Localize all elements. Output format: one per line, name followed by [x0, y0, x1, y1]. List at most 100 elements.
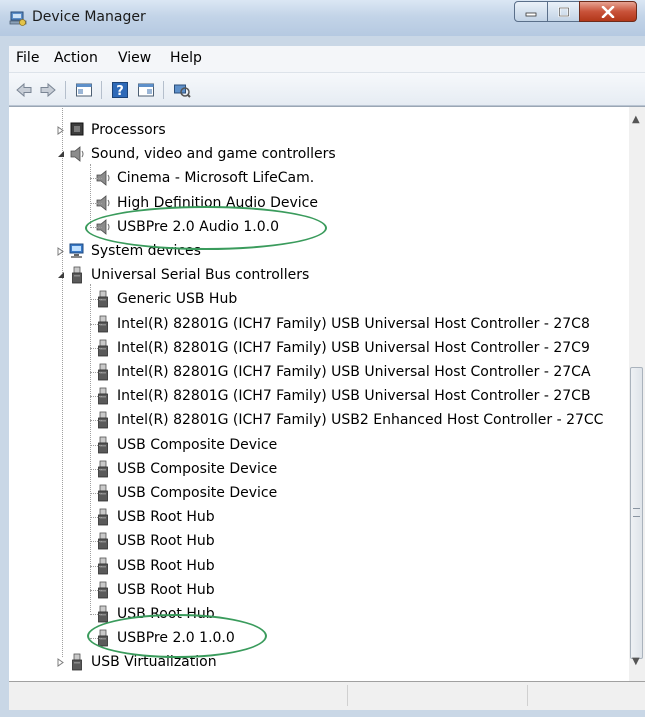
tree-branch-line: [90, 396, 102, 398]
tree-branch-line: [90, 468, 102, 470]
forward-arrow-icon[interactable]: [39, 81, 57, 99]
tree-branch-line: [90, 589, 102, 591]
tree-device[interactable]: Intel(R) 82801G (ICH7 Family) USB Univer…: [82, 312, 590, 336]
expanded-arrow-icon[interactable]: [57, 271, 65, 279]
tree-node-label: USB Composite Device: [117, 485, 278, 501]
device-tree[interactable]: Processors Sound, video and game controll…: [9, 106, 645, 681]
status-pane: [347, 685, 528, 706]
menu-bar: File Action View Help: [9, 46, 645, 73]
tree-expander[interactable]: [56, 271, 65, 280]
close-icon: [601, 5, 615, 18]
tree-branch-line: [90, 541, 102, 543]
tree-branch-line: [90, 178, 102, 180]
tree-device[interactable]: USB Root Hub: [82, 602, 215, 626]
status-bar: [9, 681, 645, 710]
properties-icon[interactable]: [137, 81, 155, 99]
tree-node-label: USB Composite Device: [117, 436, 278, 453]
minimize-button[interactable]: [514, 1, 548, 22]
tree-category[interactable]: USB Virtualization: [56, 650, 217, 674]
tree-category[interactable]: Sound, video and game controllers: [56, 142, 336, 166]
tree-device[interactable]: USB Root Hub: [82, 578, 215, 602]
tree-branch-line: [90, 299, 102, 301]
scroll-grip-icon: [633, 508, 640, 517]
tree-node-label: Universal Serial Bus controllers: [91, 267, 310, 284]
help-icon[interactable]: ?: [111, 81, 129, 99]
tree-branch-line: [90, 347, 102, 349]
collapsed-arrow-icon[interactable]: [57, 246, 64, 256]
menu-action[interactable]: Action: [54, 50, 98, 66]
tree-branch-line: [90, 614, 102, 615]
scroll-thumb[interactable]: [630, 367, 643, 659]
device-manager-icon: [9, 11, 27, 26]
scroll-up-arrow-icon[interactable]: ▲: [632, 114, 640, 125]
toolbar: ?: [9, 73, 645, 106]
tree-device[interactable]: Cinema - Microsoft LifeCam.: [82, 166, 314, 190]
title-bar[interactable]: Device Manager: [0, 0, 645, 36]
collapsed-arrow-icon[interactable]: [57, 125, 64, 135]
menu-help[interactable]: Help: [170, 50, 202, 66]
tree-branch-line: [90, 517, 102, 519]
tree-device[interactable]: USB Root Hub: [82, 554, 215, 578]
tree-device[interactable]: High Definition Audio Device: [82, 191, 318, 215]
tree-device[interactable]: Intel(R) 82801G (ICH7 Family) USB Univer…: [82, 336, 590, 360]
tree-branch-line: [90, 565, 102, 567]
tree-branch-line: [90, 226, 102, 228]
tree-device[interactable]: USB Composite Device: [82, 457, 277, 481]
tree-expander[interactable]: [56, 150, 65, 159]
tree-node-label: USB Root Hub: [117, 557, 215, 574]
tree-node-label: Generic USB Hub: [117, 291, 238, 308]
tree-device[interactable]: USBPre 2.0 Audio 1.0.0: [82, 215, 279, 239]
maximize-button[interactable]: [547, 1, 580, 22]
tree-category[interactable]: Processors: [56, 118, 166, 142]
tree-device[interactable]: Intel(R) 82801G (ICH7 Family) USB Univer…: [82, 384, 591, 408]
tree-device[interactable]: Intel(R) 82801G (ICH7 Family) USB Univer…: [82, 360, 591, 384]
tree-node-label: Cinema - Microsoft LifeCam.: [117, 170, 315, 187]
tree-node-label: Intel(R) 82801G (ICH7 Family) USB Univer…: [117, 364, 591, 380]
tree-node-label: Intel(R) 82801G (ICH7 Family) USB Univer…: [117, 315, 590, 332]
vertical-scrollbar[interactable]: ▲ ▼: [629, 107, 645, 681]
tree-device[interactable]: USB Root Hub: [82, 505, 215, 529]
svg-text:?: ?: [116, 84, 124, 99]
tree-branch-line: [90, 444, 102, 446]
tree-device[interactable]: USB Composite Device: [82, 481, 277, 505]
tree-category[interactable]: System devices: [56, 239, 201, 263]
tree-expander[interactable]: [56, 125, 65, 135]
tree-node-label: USB Composite Device: [117, 460, 278, 477]
tree-node-label: Intel(R) 82801G (ICH7 Family) USB Univer…: [117, 339, 590, 356]
back-arrow-icon[interactable]: [15, 81, 33, 99]
tree-node-label: High Definition Audio Device: [117, 194, 318, 211]
close-button[interactable]: [579, 1, 637, 22]
toolbar-separator: [163, 81, 164, 99]
menu-file[interactable]: File: [16, 50, 39, 66]
tree-node-label: Processors: [91, 122, 166, 138]
tree-category[interactable]: Universal Serial Bus controllers: [56, 263, 309, 287]
tree-branch-line: [90, 372, 102, 373]
device-manager-window: Device Manager File Action View Help ? P…: [0, 0, 645, 717]
tree-branch-line: [90, 420, 102, 422]
tree-branch-line: [90, 493, 102, 494]
minimize-icon: [525, 12, 537, 16]
tree-node-label: USB Root Hub: [117, 509, 215, 526]
expanded-arrow-icon[interactable]: [57, 150, 65, 158]
collapsed-arrow-icon[interactable]: [57, 657, 64, 667]
tree-expander[interactable]: [56, 657, 65, 667]
toolbar-separator: [101, 81, 102, 99]
processor-icon: [70, 122, 84, 136]
scroll-down-arrow-icon[interactable]: ▼: [632, 656, 640, 667]
tree-expander[interactable]: [56, 246, 65, 256]
tree-node-label: USB Root Hub: [117, 581, 215, 598]
tree-device[interactable]: USB Root Hub: [82, 529, 215, 553]
tree-node-label: USB Virtualization: [91, 654, 217, 671]
show-hide-console-tree-icon[interactable]: [75, 81, 93, 99]
tree-branch-line: [90, 202, 102, 204]
tree-device[interactable]: USB Composite Device: [82, 433, 277, 457]
tree-node-label: USB Root Hub: [117, 533, 215, 550]
menu-view[interactable]: View: [118, 50, 151, 66]
scan-hardware-icon[interactable]: [173, 81, 191, 99]
tree-device[interactable]: Generic USB Hub: [82, 287, 237, 311]
tree-device[interactable]: USBPre 2.0 1.0.0: [82, 626, 235, 650]
tree-node-label: Sound, video and game controllers: [91, 146, 336, 163]
tree-device[interactable]: Intel(R) 82801G (ICH7 Family) USB2 Enhan…: [82, 408, 603, 432]
tree-branch-line: [90, 323, 102, 325]
speaker-icon: [70, 146, 84, 163]
